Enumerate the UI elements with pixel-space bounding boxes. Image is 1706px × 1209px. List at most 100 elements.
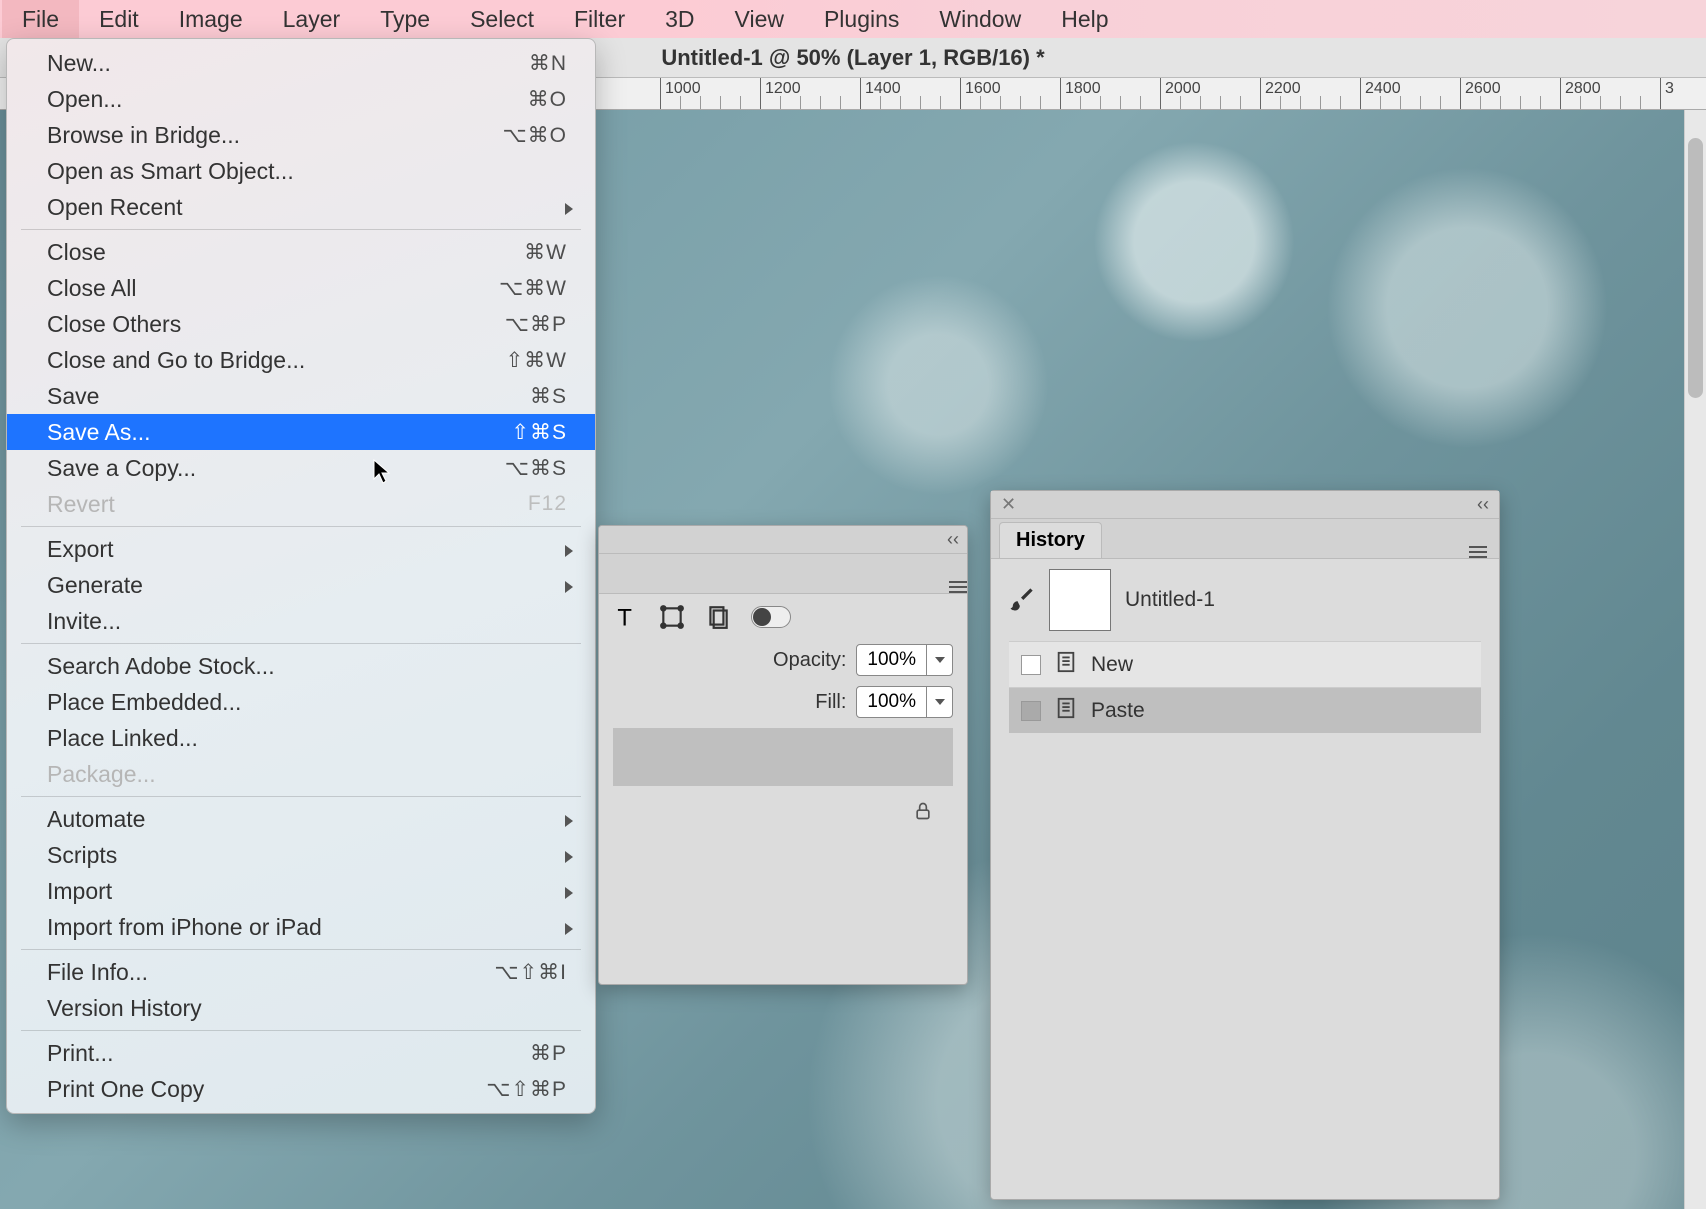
menuitem-print[interactable]: Print...⌘P (7, 1035, 595, 1071)
menuitem-print-one-copy[interactable]: Print One Copy⌥⇧⌘P (7, 1071, 595, 1107)
history-document-row[interactable]: Untitled-1 (991, 559, 1499, 641)
menuitem-label: Close (47, 239, 524, 266)
menuitem-shortcut: ⌘O (528, 87, 567, 112)
chevron-down-icon[interactable] (926, 686, 952, 718)
menuitem-shortcut: ⌘W (524, 240, 567, 265)
transform-icon[interactable] (659, 604, 685, 630)
chevron-right-icon (565, 194, 573, 221)
menuitem-place-embedded[interactable]: Place Embedded... (7, 684, 595, 720)
menuitem-label: Scripts (47, 842, 567, 869)
collapse-icon[interactable]: ‹‹ (947, 529, 959, 550)
menuitem-label: Save (47, 383, 530, 410)
panel-menu-icon[interactable] (949, 581, 967, 593)
menuitem-label: Invite... (47, 608, 567, 635)
menuitem-close-all[interactable]: Close All⌥⌘W (7, 270, 595, 306)
menuitem-open-as-smart-object[interactable]: Open as Smart Object... (7, 153, 595, 189)
history-row-paste[interactable]: Paste (1009, 687, 1481, 733)
menuitem-automate[interactable]: Automate (7, 801, 595, 837)
menuitem-label: Revert (47, 491, 528, 518)
panel-menu-icon[interactable] (1469, 546, 1487, 558)
scrollbar-thumb[interactable] (1688, 138, 1703, 398)
menu-view[interactable]: View (715, 0, 804, 38)
menu-select[interactable]: Select (450, 0, 554, 38)
menuitem-import-from-iphone-or-ipad[interactable]: Import from iPhone or iPad (7, 909, 595, 945)
lock-transparency-toggle[interactable] (751, 606, 791, 628)
menuitem-shortcut: ⌥⌘W (499, 276, 567, 301)
vertical-scrollbar[interactable] (1684, 78, 1706, 1209)
fill-label: Fill: (815, 691, 846, 714)
layer-row[interactable] (613, 728, 953, 786)
document-title[interactable]: Untitled-1 @ 50% (Layer 1, RGB/16) * (661, 45, 1044, 71)
menu-3d[interactable]: 3D (645, 0, 714, 38)
close-icon[interactable]: ✕ (1001, 494, 1016, 515)
lock-icon[interactable] (913, 800, 933, 827)
menuitem-label: Save As... (47, 419, 511, 446)
menuitem-open-recent[interactable]: Open Recent (7, 189, 595, 225)
brush-icon (1007, 586, 1035, 614)
menu-plugins[interactable]: Plugins (804, 0, 919, 38)
menuitem-file-info[interactable]: File Info...⌥⇧⌘I (7, 954, 595, 990)
fill-select[interactable]: 100% (856, 686, 953, 718)
menuitem-label: Export (47, 536, 567, 563)
menu-layer[interactable]: Layer (263, 0, 361, 38)
menuitem-scripts[interactable]: Scripts (7, 837, 595, 873)
menuitem-search-adobe-stock[interactable]: Search Adobe Stock... (7, 648, 595, 684)
menuitem-import[interactable]: Import (7, 873, 595, 909)
chevron-down-icon[interactable] (926, 644, 952, 676)
history-row-new[interactable]: New (1009, 641, 1481, 687)
menuitem-place-linked[interactable]: Place Linked... (7, 720, 595, 756)
history-row-label: New (1091, 653, 1133, 677)
document-icon (1055, 649, 1077, 680)
chevron-right-icon (565, 806, 573, 833)
menuitem-export[interactable]: Export (7, 531, 595, 567)
menuitem-shortcut: ⌥⌘P (505, 312, 567, 337)
ruler-tick: 3 (1660, 78, 1674, 109)
menuitem-save[interactable]: Save⌘S (7, 378, 595, 414)
panel-header[interactable]: ✕ ‹‹ (991, 491, 1499, 519)
layers-panel[interactable]: ‹‹ T Opacity: 100% Fill: 100% (598, 525, 968, 985)
menu-help[interactable]: Help (1041, 0, 1128, 38)
menuitem-open[interactable]: Open...⌘O (7, 81, 595, 117)
menuitem-close-and-go-to-bridge[interactable]: Close and Go to Bridge...⇧⌘W (7, 342, 595, 378)
opacity-select[interactable]: 100% (856, 644, 953, 676)
document-icon (1055, 695, 1077, 726)
menu-image[interactable]: Image (159, 0, 263, 38)
menuitem-version-history[interactable]: Version History (7, 990, 595, 1026)
menuitem-label: Print One Copy (47, 1076, 486, 1103)
history-checkbox[interactable] (1021, 701, 1041, 721)
menuitem-label: File Info... (47, 959, 494, 986)
menuitem-label: Import from iPhone or iPad (47, 914, 567, 941)
tab-history[interactable]: History (999, 522, 1102, 558)
chevron-right-icon (565, 878, 573, 905)
menuitem-save-a-copy[interactable]: Save a Copy...⌥⌘S (7, 450, 595, 486)
menuitem-close[interactable]: Close⌘W (7, 234, 595, 270)
menuitem-label: Place Embedded... (47, 689, 567, 716)
menuitem-new[interactable]: New...⌘N (7, 45, 595, 81)
menuitem-shortcut: ⌥⌘S (505, 456, 567, 481)
menuitem-shortcut: ⌘P (530, 1041, 567, 1066)
menuitem-label: Automate (47, 806, 567, 833)
chevron-right-icon (565, 914, 573, 941)
menuitem-shortcut: ⌘S (530, 384, 567, 409)
mouse-cursor (373, 459, 393, 485)
menuitem-save-as[interactable]: Save As...⇧⌘S (7, 414, 595, 450)
menu-type[interactable]: Type (360, 0, 450, 38)
menuitem-label: Save a Copy... (47, 455, 505, 482)
type-tool-icon[interactable]: T (613, 604, 639, 630)
history-panel[interactable]: ✕ ‹‹ History Untitled-1 New Paste (990, 490, 1500, 1200)
menuitem-invite[interactable]: Invite... (7, 603, 595, 639)
menuitem-shortcut: ⇧⌘W (506, 348, 567, 373)
menuitem-package: Package... (7, 756, 595, 792)
menuitem-generate[interactable]: Generate (7, 567, 595, 603)
history-checkbox[interactable] (1021, 655, 1041, 675)
menu-edit[interactable]: Edit (79, 0, 159, 38)
menuitem-label: Package... (47, 761, 567, 788)
menu-filter[interactable]: Filter (554, 0, 645, 38)
panel-header[interactable]: ‹‹ (599, 526, 967, 554)
menuitem-browse-in-bridge[interactable]: Browse in Bridge...⌥⌘O (7, 117, 595, 153)
collapse-icon[interactable]: ‹‹ (1477, 494, 1489, 515)
artboard-icon[interactable] (705, 604, 731, 630)
menu-window[interactable]: Window (919, 0, 1041, 38)
menuitem-close-others[interactable]: Close Others⌥⌘P (7, 306, 595, 342)
menu-file[interactable]: File (2, 0, 79, 38)
